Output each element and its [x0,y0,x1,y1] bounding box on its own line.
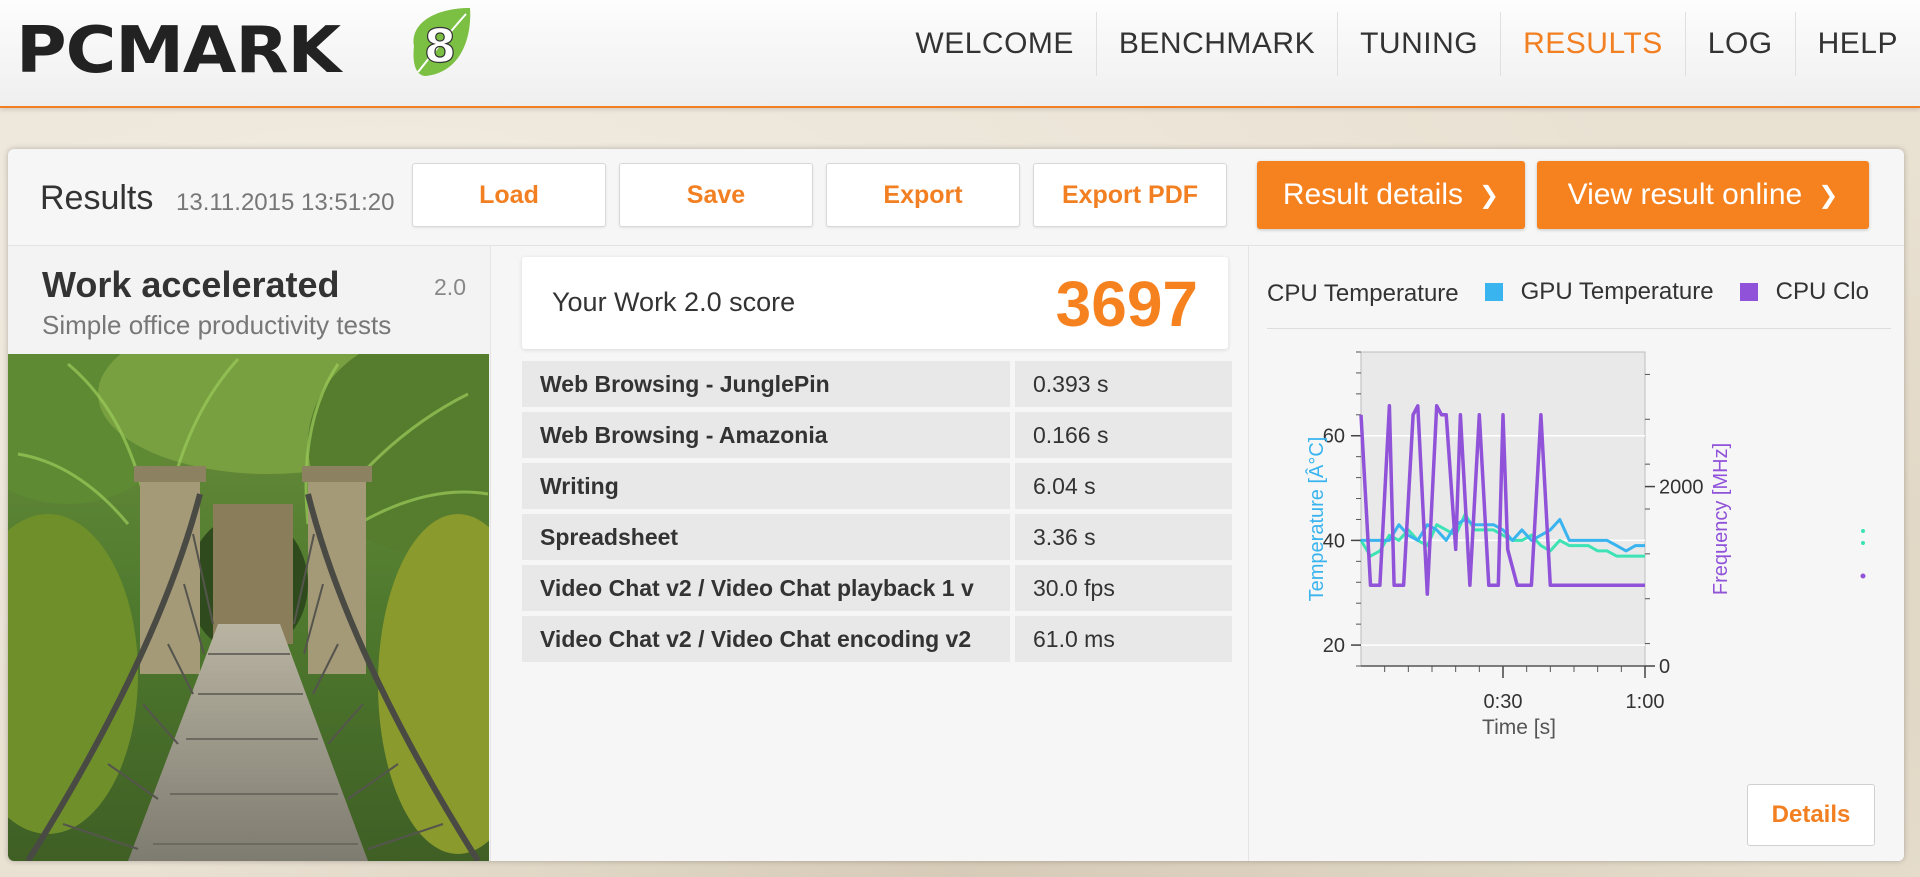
details-button[interactable]: Details [1747,784,1875,846]
y-right-tick-label: 2000 [1659,477,1704,499]
x-tick-label: 0:30 [1484,691,1523,713]
result-timestamp: 13.11.2015 13:51:20 [176,189,395,216]
chevron-right-icon: ❯ [1478,181,1500,209]
table-row: Video Chat v2 / Video Chat playback 1 v3… [522,565,1232,611]
export-button[interactable]: Export [826,163,1020,227]
pcmark-logo: PCMARK 8 [16,6,476,86]
nav-item-welcome[interactable]: WELCOME [893,12,1096,76]
nav-item-results[interactable]: RESULTS [1500,12,1685,76]
table-row: Spreadsheet 3.36 s [522,514,1232,560]
y-right-tick-label: 0 [1659,656,1670,678]
view-online-label: View result online [1567,178,1803,211]
logo-wordmark: PCMARK [16,14,341,88]
legend-label: CPU Temperature [1267,280,1459,307]
chevron-right-icon: ❯ [1818,181,1839,209]
subtest-name: Writing [522,463,1010,509]
x-tick-label: 1:00 [1626,691,1665,713]
subtest-name: Video Chat v2 / Video Chat encoding v2 [522,616,1010,662]
legend-item: CPU Clo [1739,278,1869,306]
jungle-bridge-image [8,354,489,861]
subtest-value: 61.0 ms [1015,616,1232,662]
y-left-tick-label: 20 [1323,635,1345,657]
subtest-value: 0.393 s [1015,361,1232,407]
legend-label: CPU Clo [1775,278,1869,305]
page-title: Results [40,179,154,217]
monitoring-chart: 204060020000:30 1:00Time [s]Temperature [… [1305,351,1866,739]
test-name: Work accelerated [42,264,340,305]
nav-item-log[interactable]: LOG [1684,12,1795,76]
score-value: 3697 [1055,268,1198,340]
logo-number: 8 [424,19,456,73]
scroll-dot [1861,529,1865,533]
test-info-column: Work accelerated 2.0 Simple office produ… [8,246,491,861]
subtest-value: 0.166 s [1015,412,1232,458]
save-button[interactable]: Save [619,163,813,227]
table-row: Web Browsing - JunglePin 0.393 s [522,361,1232,407]
plot-area [1360,351,1646,667]
legend-item: CPU Temperature [1267,280,1459,308]
result-details-label: Result details [1282,178,1463,211]
legend-swatch [1484,283,1503,301]
test-subtitle: Simple office productivity tests [42,310,392,340]
legend-swatch [1739,283,1758,301]
subtest-name: Spreadsheet [522,514,1010,560]
table-row: Writing 6.04 s [522,463,1232,509]
scroll-dot [1860,573,1866,579]
test-version: 2.0 [434,274,466,300]
table-row: Web Browsing - Amazonia 0.166 s [522,412,1232,458]
results-toolbar: Results 13.11.2015 13:51:20 Load Save Ex… [8,149,1904,246]
view-online-button[interactable]: View result online ❯ [1537,161,1869,229]
load-button[interactable]: Load [412,163,606,227]
legend-item: GPU Temperature [1484,278,1714,306]
leaf-8-icon: 8 [413,8,471,76]
chart-legend: CPU Temperature GPU Temperature CPU Clo [1267,278,1897,312]
top-header: PCMARK 8 WELCOME BENCHMARK TUNING RESULTS LO… [0,0,1920,108]
subtest-table: Web Browsing - JunglePin 0.393 s Web Brows… [522,361,1232,667]
main-nav: WELCOME BENCHMARK TUNING RESULTS LOG HELP [893,0,1920,88]
table-row: Video Chat v2 / Video Chat encoding v2 61… [522,616,1232,662]
nav-item-benchmark[interactable]: BENCHMARK [1095,12,1337,76]
scroll-dot [1861,541,1865,545]
score-card: Your Work 2.0 score 3697 [522,257,1228,349]
x-axis-label: Time [s] [1482,716,1556,739]
score-label: Your Work 2.0 score [552,287,796,317]
legend-label: GPU Temperature [1520,278,1714,305]
export-pdf-button[interactable]: Export PDF [1033,163,1227,227]
nav-item-tuning[interactable]: TUNING [1337,12,1500,76]
nav-item-help[interactable]: HELP [1794,12,1920,76]
y-right-axis-label: Frequency [MHz] [1710,443,1732,595]
results-panel: Results 13.11.2015 13:51:20 Load Save Ex… [8,149,1904,861]
y-left-axis-label: Temperature [Â°C] [1305,437,1328,602]
subtest-name: Web Browsing - Amazonia [522,412,1010,458]
monitoring-chart-panel: CPU Temperature GPU Temperature CPU Clo 20… [1248,246,1904,861]
legend-divider [1267,328,1891,329]
subtest-value: 3.36 s [1015,514,1232,560]
subtest-name: Web Browsing - JunglePin [522,361,1010,407]
subtest-value: 6.04 s [1015,463,1232,509]
subtest-name: Video Chat v2 / Video Chat playback 1 v [522,565,1010,611]
result-details-button[interactable]: Result details ❯ [1257,161,1525,229]
subtest-value: 30.0 fps [1015,565,1232,611]
